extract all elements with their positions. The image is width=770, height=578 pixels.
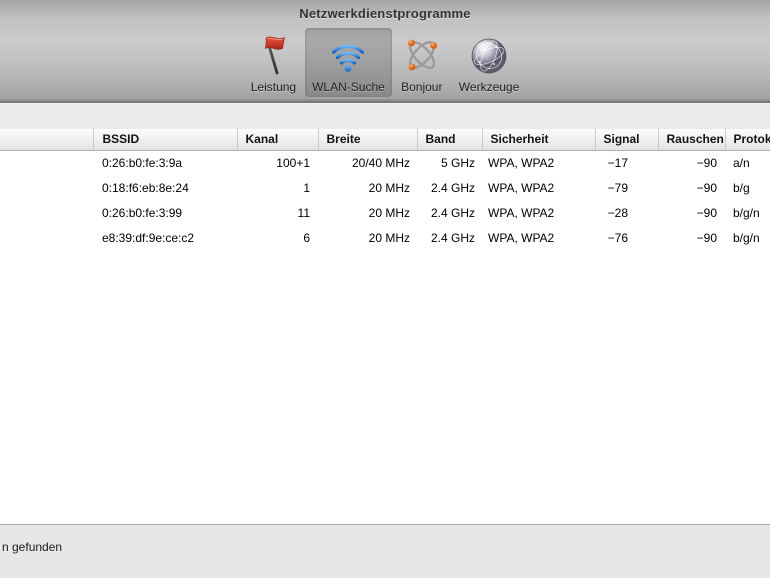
cell-sicherheit: WPA, WPA2 — [488, 205, 555, 220]
wlan-scan-table[interactable]: BSSID Kanal Breite Band Sicherheit Signa… — [0, 129, 770, 250]
column-header-band[interactable]: Band — [416, 129, 482, 151]
toolbar-item-label: WLAN-Suche — [312, 80, 385, 94]
toolbar: Leistung WLAN-Suche Bonjour Werkzeuge — [0, 28, 770, 99]
table-row[interactable]: 0:26:b0:fe:3:9a 100+1 20/40 MHz 5 GHz WP… — [0, 150, 770, 175]
toolbar-item-label: Bonjour — [401, 80, 443, 94]
cell-signal: −76 — [607, 230, 628, 245]
window-title: Netzwerkdienstprogramme — [299, 6, 471, 21]
cell-band: 2.4 GHz — [430, 180, 475, 195]
cell-rauschen: −90 — [696, 180, 717, 195]
cell-breite: 20/40 MHz — [351, 155, 410, 170]
performance-flag-icon — [253, 33, 293, 79]
column-header-bssid[interactable]: BSSID — [92, 129, 237, 151]
tools-globe-icon — [468, 33, 510, 79]
cell-signal: −28 — [607, 205, 628, 220]
cell-band: 2.4 GHz — [430, 230, 475, 245]
table-header-row: BSSID Kanal Breite Band Sicherheit Signa… — [0, 129, 770, 151]
cell-signal: −79 — [607, 180, 628, 195]
cell-rauschen: −90 — [696, 155, 717, 170]
table-row[interactable]: 0:18:f6:eb:8e:24 1 20 MHz 2.4 GHz WPA, W… — [0, 175, 770, 200]
cell-kanal: 1 — [303, 180, 310, 195]
column-header-kanal[interactable]: Kanal — [236, 129, 318, 151]
cell-breite: 20 MHz — [368, 205, 410, 220]
cell-bssid: 0:26:b0:fe:3:99 — [102, 205, 183, 220]
column-header-protokoll[interactable]: Protokoll — [724, 129, 770, 151]
column-header-signal[interactable]: Signal — [594, 129, 658, 151]
cell-protokoll: a/n — [733, 155, 750, 170]
status-bar: n gefunden — [0, 524, 770, 578]
column-header-sicherheit[interactable]: Sicherheit — [481, 129, 595, 151]
table-row[interactable]: 0:26:b0:fe:3:99 11 20 MHz 2.4 GHz WPA, W… — [0, 200, 770, 225]
toolbar-item-wlan-suche[interactable]: WLAN-Suche — [305, 28, 392, 97]
wifi-icon — [328, 33, 368, 79]
cell-bssid: 0:26:b0:fe:3:9a — [102, 155, 183, 170]
cell-bssid: e8:39:df:9e:ce:c2 — [102, 230, 195, 245]
cell-band: 5 GHz — [440, 155, 475, 170]
toolbar-item-werkzeuge[interactable]: Werkzeuge — [452, 28, 526, 97]
cell-kanal: 11 — [297, 205, 310, 220]
cell-rauschen: −90 — [696, 205, 717, 220]
table-row[interactable]: e8:39:df:9e:ce:c2 6 20 MHz 2.4 GHz WPA, … — [0, 225, 770, 250]
cell-sicherheit: WPA, WPA2 — [488, 155, 555, 170]
cell-sicherheit: WPA, WPA2 — [488, 180, 555, 195]
cell-sicherheit: WPA, WPA2 — [488, 230, 555, 245]
content-top-strip — [0, 103, 770, 129]
cell-kanal: 6 — [303, 230, 310, 245]
window-chrome: Netzwerkdienstprogramme Leistung WLAN-Su… — [0, 0, 770, 99]
wlan-scan-table-area: BSSID Kanal Breite Band Sicherheit Signa… — [0, 129, 770, 524]
toolbar-item-bonjour[interactable]: Bonjour — [394, 28, 450, 97]
toolbar-item-label: Werkzeuge — [458, 80, 520, 94]
cell-protokoll: b/g — [733, 180, 750, 195]
cell-kanal: 100+1 — [276, 155, 310, 170]
toolbar-item-leistung[interactable]: Leistung — [244, 28, 303, 97]
cell-breite: 20 MHz — [368, 180, 410, 195]
cell-bssid: 0:18:f6:eb:8e:24 — [102, 180, 189, 195]
cell-band: 2.4 GHz — [430, 205, 475, 220]
column-header-breite[interactable]: Breite — [317, 129, 417, 151]
column-header-rauschen[interactable]: Rauschen — [657, 129, 725, 151]
cell-signal: −17 — [607, 155, 628, 170]
cell-protokoll: b/g/n — [733, 230, 760, 245]
cell-protokoll: b/g/n — [733, 205, 760, 220]
cell-breite: 20 MHz — [368, 230, 410, 245]
column-header-first[interactable] — [0, 129, 93, 151]
bonjour-icon — [401, 33, 443, 79]
cell-rauschen: −90 — [696, 230, 717, 245]
toolbar-item-label: Leistung — [250, 80, 297, 94]
status-text: n gefunden — [2, 540, 63, 554]
